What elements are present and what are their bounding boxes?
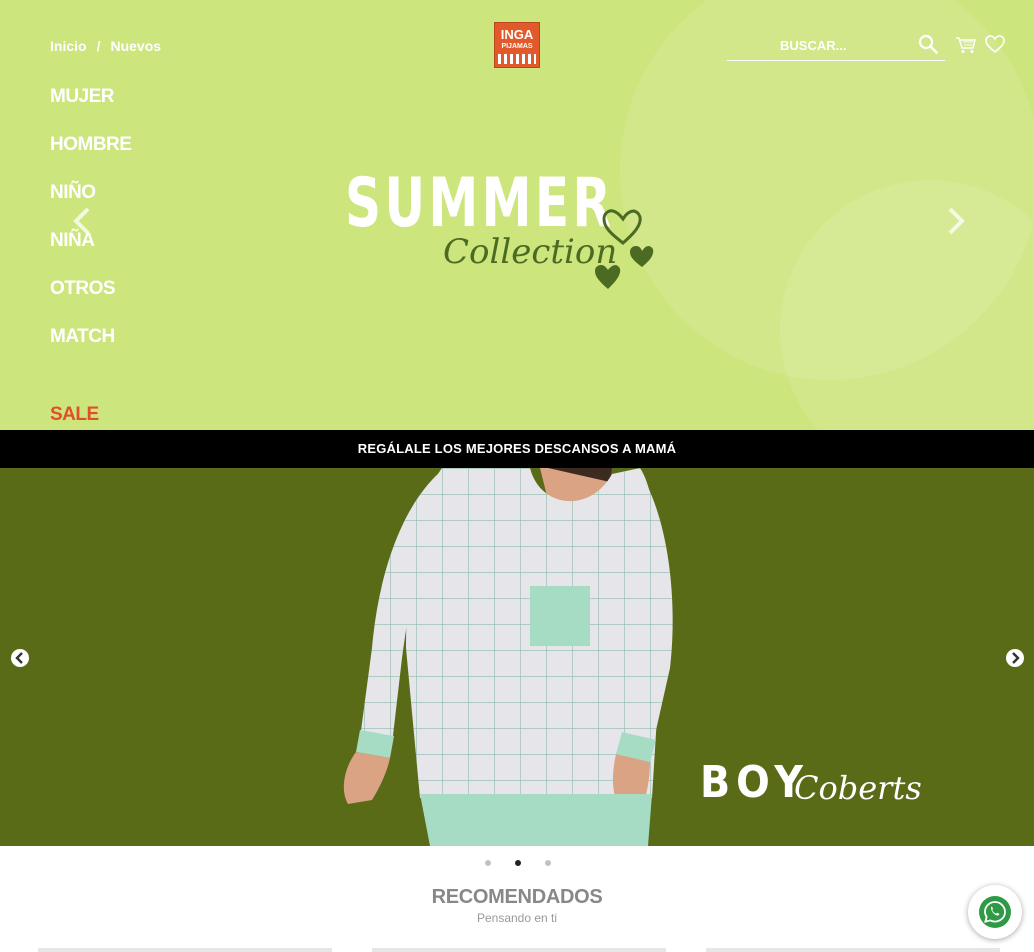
menu-item-match[interactable]: MATCH bbox=[50, 326, 131, 374]
menu-item-mujer[interactable]: MUJER bbox=[50, 86, 131, 134]
hero-title: SUMMER bbox=[345, 164, 615, 243]
brand-logo[interactable]: INGA PIJAMAS bbox=[494, 22, 540, 68]
breadcrumb: Inicio / Nuevos bbox=[50, 38, 161, 54]
logo-stripes bbox=[498, 54, 536, 64]
product-card[interactable] bbox=[372, 948, 666, 952]
carousel-dot-active[interactable] bbox=[515, 860, 521, 866]
whatsapp-button[interactable] bbox=[968, 885, 1022, 939]
menu-item-hombre[interactable]: HOMBRE bbox=[50, 134, 132, 182]
menu-item-nina[interactable]: NIÑA bbox=[50, 230, 131, 278]
chevron-right-icon[interactable] bbox=[1005, 648, 1025, 668]
menu-item-sale[interactable]: SALE bbox=[50, 404, 99, 430]
chevron-left-icon[interactable] bbox=[70, 205, 94, 237]
chevron-right-icon[interactable] bbox=[944, 205, 968, 237]
product-card[interactable] bbox=[706, 948, 1000, 952]
menu-item-otros[interactable]: OTROS bbox=[50, 278, 131, 326]
hearts-icon bbox=[590, 205, 660, 300]
promo-banner[interactable]: REGÁLALE LOS MEJORES DESCANSOS A MAMÁ bbox=[0, 430, 1034, 468]
product-slide[interactable]: BOY Coberts bbox=[0, 468, 1034, 846]
cart-icon[interactable] bbox=[955, 36, 977, 59]
search-icon[interactable] bbox=[918, 34, 938, 59]
logo-subtext: PIJAMAS bbox=[501, 43, 533, 50]
whatsapp-icon bbox=[979, 896, 1011, 928]
chevron-left-icon[interactable] bbox=[10, 648, 30, 668]
section-subtitle: Pensando en ti bbox=[476, 911, 558, 925]
section-title: RECOMENDADOS bbox=[431, 886, 603, 908]
heart-icon[interactable] bbox=[985, 35, 1005, 59]
logo-text: INGA bbox=[500, 27, 534, 42]
breadcrumb-separator: / bbox=[96, 38, 101, 54]
carousel-dots bbox=[0, 856, 1034, 870]
product-card[interactable] bbox=[38, 948, 332, 952]
breadcrumb-current[interactable]: Nuevos bbox=[110, 38, 161, 54]
search-input[interactable] bbox=[727, 32, 907, 58]
slide-subtitle: Coberts bbox=[794, 769, 922, 807]
hero-banner: Inicio / Nuevos INGA PIJAMAS MUJER HOMBR… bbox=[0, 0, 1034, 430]
search-bar bbox=[727, 30, 945, 61]
carousel-dot[interactable] bbox=[485, 860, 491, 866]
breadcrumb-home[interactable]: Inicio bbox=[50, 38, 87, 54]
carousel-dot[interactable] bbox=[545, 860, 551, 866]
slide-title: BOY bbox=[700, 757, 809, 808]
